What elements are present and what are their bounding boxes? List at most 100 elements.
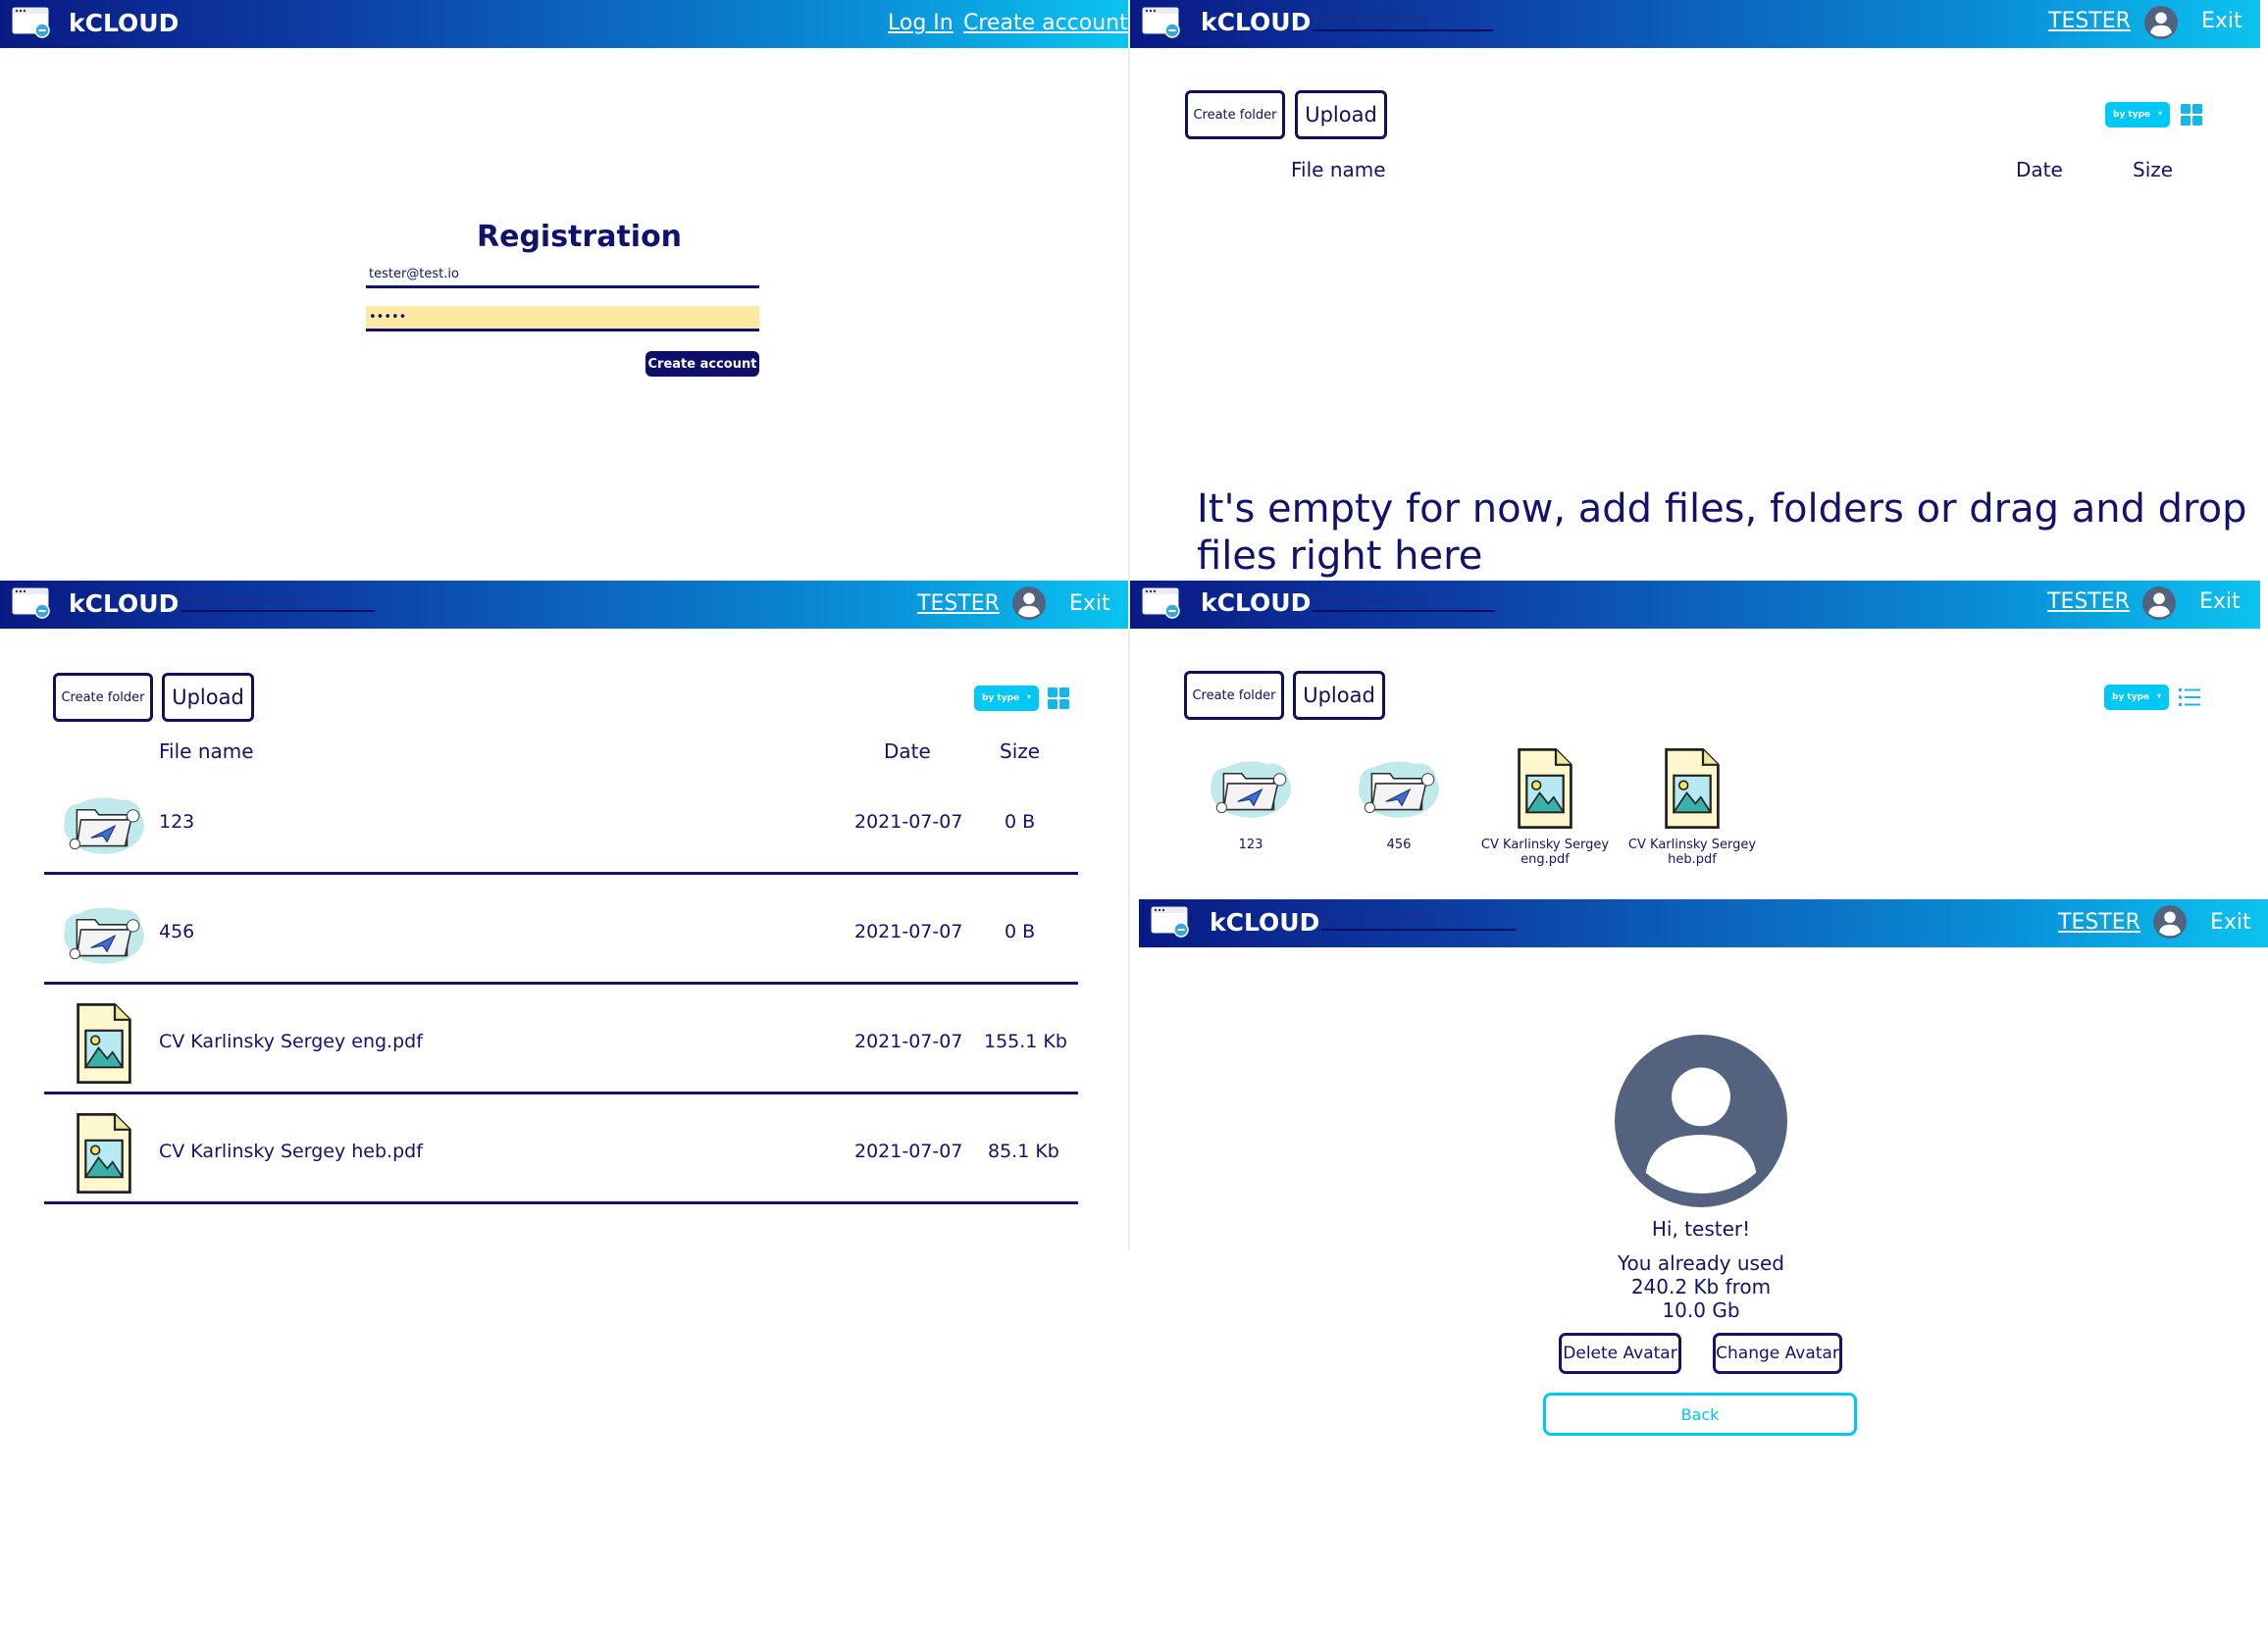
usage-text-2: 240.2 Kb from: [1630, 1275, 1772, 1298]
column-header-size[interactable]: Size: [2133, 158, 2173, 181]
window-cloud-icon: [1142, 6, 1181, 39]
grid-view-icon[interactable]: [1048, 687, 1069, 709]
window-cloud-icon: [1142, 586, 1181, 620]
sort-select[interactable]: by type ▾: [974, 686, 1039, 711]
back-button[interactable]: Back: [1543, 1393, 1857, 1436]
upload-button[interactable]: Upload: [1293, 671, 1385, 720]
window-cloud-icon: [12, 586, 51, 620]
file-size: 0 B: [1005, 811, 1036, 833]
window-cloud-icon: [1151, 905, 1190, 939]
sort-select[interactable]: by type ▾: [2104, 685, 2169, 710]
create-account-link[interactable]: Create account: [963, 11, 1128, 35]
password-field[interactable]: •••••: [366, 306, 759, 331]
user-avatar-icon[interactable]: [2144, 6, 2178, 39]
usage-text-1: You already used: [1618, 1251, 1784, 1275]
row-divider: [44, 1092, 1078, 1094]
folder-cloud-icon: [59, 896, 149, 969]
header-bar: kCLOUD Log In Create account: [0, 0, 1128, 48]
empty-state-message: It's empty for now, add files, folders o…: [1197, 486, 2247, 579]
search-underline: [1313, 29, 1493, 31]
file-name: 123: [159, 811, 195, 833]
window-cloud-icon: [12, 6, 51, 39]
file-date: 2021-07-07: [854, 811, 963, 833]
email-field[interactable]: tester@test.io: [366, 263, 759, 288]
registration-panel: kCLOUD Log In Create account Registratio…: [0, 0, 1128, 579]
chevron-down-icon: ▾: [2157, 109, 2162, 118]
file-name: 456: [159, 921, 195, 942]
column-header-size[interactable]: Size: [1000, 739, 1040, 763]
file-size: 155.1 Kb: [984, 1031, 1067, 1052]
create-folder-button[interactable]: Create folder: [1184, 671, 1284, 720]
exit-button[interactable]: Exit: [2199, 589, 2241, 614]
grid-view-icon[interactable]: [2181, 104, 2202, 126]
tile-label: 123: [1238, 838, 1263, 852]
logo-text: kCLOUD: [1210, 908, 1320, 937]
tile-label: CV Karlinsky Sergey eng.pdf: [1480, 838, 1610, 867]
file-date: 2021-07-07: [854, 921, 963, 942]
file-name: CV Karlinsky Sergey eng.pdf: [159, 1031, 423, 1052]
image-file-icon: [69, 1000, 139, 1087]
file-size: 85.1 Kb: [988, 1141, 1059, 1162]
grid-view-panel: kCLOUD Search for something TESTER Exit …: [1130, 581, 2260, 896]
user-link[interactable]: TESTER: [2058, 910, 2140, 935]
exit-button[interactable]: Exit: [2210, 910, 2251, 935]
change-avatar-button[interactable]: Change Avatar: [1713, 1333, 1842, 1374]
delete-avatar-button[interactable]: Delete Avatar: [1559, 1333, 1681, 1374]
create-folder-button[interactable]: Create folder: [53, 673, 153, 722]
create-account-button[interactable]: Create account: [645, 351, 759, 377]
sort-label: by type: [2112, 692, 2150, 702]
header-bar: kCLOUD Search for something TESTER Exit: [0, 581, 1128, 629]
column-header-date[interactable]: Date: [884, 739, 931, 763]
tile-label: 456: [1386, 838, 1412, 852]
search-input[interactable]: Search for something: [1321, 911, 1437, 924]
user-avatar-icon[interactable]: [2142, 586, 2176, 620]
search-input[interactable]: Search for something: [1313, 12, 1428, 25]
user-link[interactable]: TESTER: [2047, 589, 2130, 614]
upload-button[interactable]: Upload: [162, 673, 254, 722]
image-file-icon: [1657, 745, 1727, 832]
chevron-down-icon: ▾: [2156, 691, 2161, 700]
file-size: 0 B: [1005, 921, 1036, 942]
greeting-text: Hi, tester!: [1651, 1217, 1751, 1241]
search-input[interactable]: Search for something: [1313, 592, 1428, 605]
logo-text: kCLOUD: [69, 9, 180, 37]
column-header-name[interactable]: File name: [1291, 158, 1386, 181]
logo-text: kCLOUD: [1201, 8, 1312, 36]
header-bar: kCLOUD Search for something TESTER Exit: [1139, 899, 2268, 947]
usage-text-3: 10.0 Gb: [1662, 1298, 1740, 1322]
file-date: 2021-07-07: [854, 1031, 963, 1052]
exit-button[interactable]: Exit: [1069, 591, 1110, 616]
user-link[interactable]: TESTER: [2048, 9, 2131, 33]
user-avatar-icon[interactable]: [1012, 586, 1046, 620]
search-input[interactable]: Search for something: [180, 592, 296, 605]
sort-label: by type: [982, 693, 1020, 703]
folder-cloud-icon: [59, 787, 149, 859]
tile-label: CV Karlinsky Sergey heb.pdf: [1627, 838, 1757, 867]
search-underline: [180, 610, 375, 612]
page-title: Registration: [477, 220, 683, 254]
row-divider: [44, 1201, 1078, 1204]
user-link[interactable]: TESTER: [917, 591, 1000, 616]
search-underline: [1313, 610, 1495, 612]
create-folder-button[interactable]: Create folder: [1185, 90, 1285, 139]
logo-text: kCLOUD: [69, 589, 180, 618]
login-link[interactable]: Log In: [888, 11, 954, 35]
exit-button[interactable]: Exit: [2201, 9, 2242, 33]
column-header-name[interactable]: File name: [159, 739, 254, 763]
chevron-down-icon: ▾: [1026, 692, 1031, 701]
upload-button[interactable]: Upload: [1295, 90, 1387, 139]
image-file-icon: [1510, 745, 1580, 832]
user-avatar-icon[interactable]: [2153, 905, 2187, 939]
list-view-icon[interactable]: [2179, 687, 2200, 708]
image-file-icon: [69, 1110, 139, 1196]
sort-select[interactable]: by type ▾: [2105, 102, 2170, 127]
folder-cloud-icon: [1206, 749, 1296, 824]
file-date: 2021-07-07: [854, 1141, 963, 1162]
sort-label: by type: [2113, 110, 2151, 120]
header-bar: kCLOUD Search for something TESTER Exit: [1130, 0, 2260, 48]
header-bar: kCLOUD Search for something TESTER Exit: [1130, 581, 2260, 629]
column-header-date[interactable]: Date: [2016, 158, 2063, 181]
folder-cloud-icon: [1354, 749, 1444, 824]
row-divider: [44, 982, 1078, 985]
user-avatar-icon: [1615, 1035, 1787, 1207]
